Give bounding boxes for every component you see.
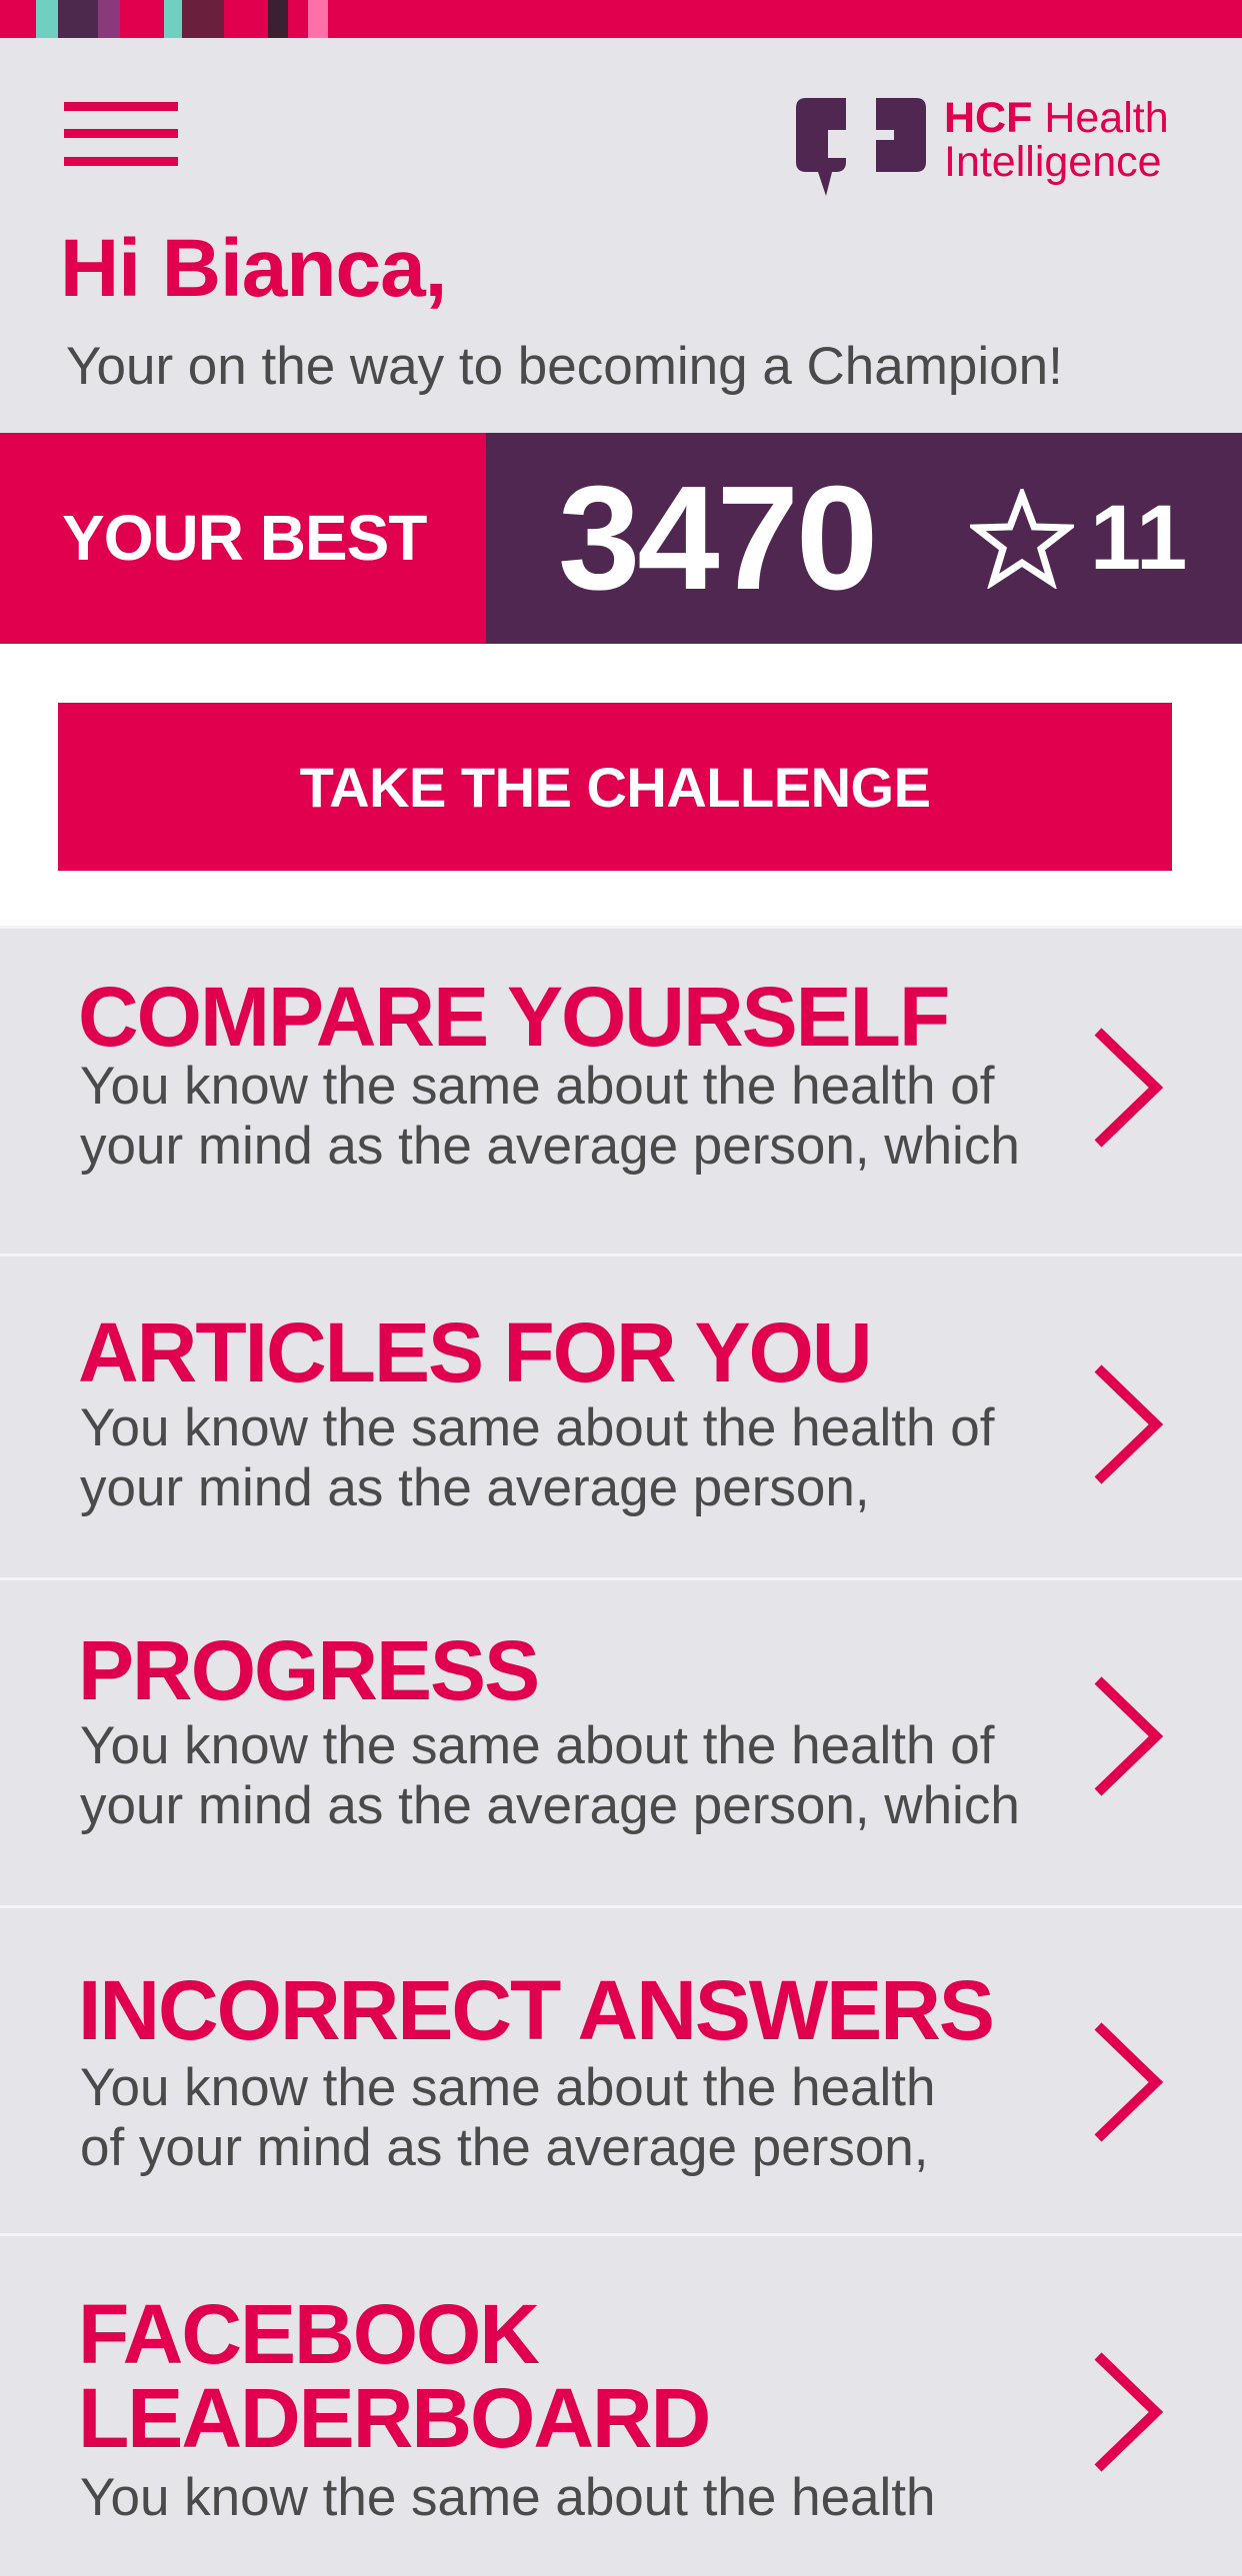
card-title-line1: FACEBOOK xyxy=(78,2287,540,2381)
card-text-line1: You know the same about the health of xyxy=(80,1398,995,1457)
card-text-line2: your mind as the average person, xyxy=(80,1458,870,1517)
card-text-line2: your mind as the average person, which xyxy=(80,1117,1020,1176)
card-text-line1: You know the same about the health xyxy=(80,2058,936,2117)
hcf-logo-mark-icon xyxy=(796,98,926,196)
card-title: ARTICLES FOR YOU xyxy=(78,1305,872,1399)
stripe-pink xyxy=(308,0,328,38)
chevron-right-icon xyxy=(1094,1028,1164,1148)
card-articles-for-you[interactable]: ARTICLES FOR YOU You know the same about… xyxy=(0,1254,1242,1580)
logo-text: HCF Health Intelligence xyxy=(944,96,1169,184)
card-text-line2: of your mind as the average person, xyxy=(80,2118,929,2177)
hcf-logo: HCF Health Intelligence xyxy=(796,96,1170,200)
card-text-line1: You know the same about the health of xyxy=(80,1716,995,1775)
top-color-bar xyxy=(0,0,1242,38)
stripe-teal xyxy=(36,0,58,38)
card-facebook-leaderboard[interactable]: FACEBOOK LEADERBOARD You know the same a… xyxy=(0,2233,1242,2576)
stripe-maroon xyxy=(182,0,224,38)
score-panel: 3470 11 xyxy=(486,433,1242,644)
card-title: INCORRECT ANSWERS xyxy=(78,1963,995,2057)
chevron-right-icon xyxy=(1094,2022,1164,2142)
stripe-dark xyxy=(268,0,288,38)
your-best-label: YOUR BEST xyxy=(62,502,427,574)
star-outline-icon xyxy=(970,489,1074,589)
stripe-purple xyxy=(58,0,98,38)
card-title: COMPARE YOURSELF xyxy=(78,970,950,1064)
chevron-right-icon xyxy=(1094,2352,1164,2472)
your-best-label-panel: YOUR BEST xyxy=(0,433,486,644)
logo-line1: Health xyxy=(1044,94,1169,142)
chevron-right-icon xyxy=(1094,1364,1164,1484)
card-text-line2: your mind as the average person, which xyxy=(80,1776,1020,1835)
stripe-teal-2 xyxy=(164,0,182,38)
logo-line2: Intelligence xyxy=(944,138,1162,186)
chevron-right-icon xyxy=(1094,1676,1164,1796)
card-incorrect-answers[interactable]: INCORRECT ANSWERS You know the same abou… xyxy=(0,1905,1242,2236)
card-compare-yourself[interactable]: COMPARE YOURSELF You know the same about… xyxy=(0,926,1242,1257)
logo-bold-text: HCF xyxy=(944,94,1033,142)
stripe-violet xyxy=(98,0,120,38)
hamburger-menu-button[interactable] xyxy=(64,102,178,166)
card-title-line2: LEADERBOARD xyxy=(78,2371,711,2465)
take-the-challenge-button[interactable]: TAKE THE CHALLENGE xyxy=(58,703,1172,871)
star-count: 11 xyxy=(1090,487,1188,589)
card-text-line1: You know the same about the health of xyxy=(80,1057,995,1116)
card-title: PROGRESS xyxy=(78,1623,540,1717)
best-score-value: 3470 xyxy=(558,456,878,621)
greeting-subtitle: Your on the way to becoming a Champion! xyxy=(66,337,1063,396)
card-text-line1: You know the same about the health xyxy=(80,2468,936,2527)
greeting-heading: Hi Bianca, xyxy=(60,223,447,314)
card-progress[interactable]: PROGRESS You know the same about the hea… xyxy=(0,1577,1242,1908)
